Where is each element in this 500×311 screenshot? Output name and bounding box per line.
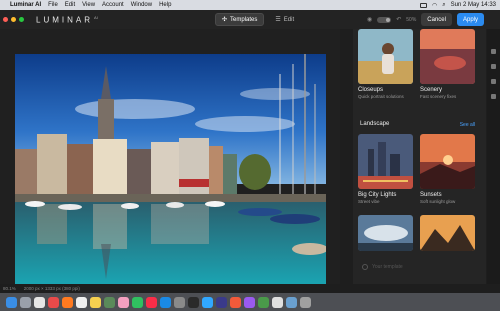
status-bar: 80.1% 2000 px × 1333 px (380 ppi) — [0, 284, 500, 292]
clock[interactable]: Sun 2 May 14:33 — [451, 2, 496, 8]
tab-templates[interactable]: ✣ Templates — [215, 13, 265, 26]
firefox-icon[interactable] — [62, 296, 73, 308]
acrobat-icon[interactable] — [272, 296, 283, 308]
status-zoom: 80.1% — [3, 285, 16, 291]
music-icon[interactable] — [146, 296, 157, 308]
luminar-dock-icon[interactable] — [230, 296, 241, 308]
launchpad-icon[interactable] — [20, 296, 31, 308]
template-icon — [362, 264, 368, 270]
sunsets-thumbnail — [420, 134, 475, 189]
eye-icon[interactable]: ◉ — [367, 16, 372, 23]
lightroom-icon[interactable] — [216, 296, 227, 308]
zoom-window-button[interactable] — [19, 17, 24, 22]
minimize-window-button[interactable] — [11, 17, 16, 22]
template-card-mountains[interactable] — [420, 215, 475, 251]
card-subtitle: Street vibe — [358, 199, 380, 204]
search-icon[interactable]: ⌕ — [442, 2, 445, 9]
messages-icon[interactable] — [132, 296, 143, 308]
photo-harbor[interactable] — [15, 54, 326, 287]
template-card-sunsets[interactable]: Sunsets Soft sunlight glow — [420, 134, 475, 204]
terminal-icon[interactable] — [188, 296, 199, 308]
menu-file[interactable]: File — [48, 2, 58, 8]
close-window-button[interactable] — [3, 17, 8, 22]
templates-panel: Closeups Quick portrait solutions Scener… — [353, 29, 486, 284]
toolbar-actions: ◉ ↶ 50% Cancel Apply — [367, 13, 484, 26]
app-store-icon[interactable] — [160, 296, 171, 308]
premiere-icon[interactable] — [244, 296, 255, 308]
history-icon[interactable] — [491, 79, 496, 84]
tab-edit[interactable]: ☰ Edit — [269, 13, 300, 26]
card-subtitle: Fast scenery fixes — [420, 94, 457, 99]
template-card-big-city-lights[interactable]: Big City Lights Street vibe — [358, 134, 413, 204]
card-subtitle: Quick portrait solutions — [358, 94, 404, 99]
layers-icon[interactable] — [491, 64, 496, 69]
scenery-thumbnail — [420, 29, 475, 84]
maps-icon[interactable] — [104, 296, 115, 308]
menu-view[interactable]: View — [82, 2, 95, 8]
photos-icon[interactable] — [118, 296, 129, 308]
undo-icon[interactable]: ↶ — [396, 16, 401, 23]
side-tool-strip — [487, 29, 500, 284]
card-title: Big City Lights — [358, 192, 397, 198]
trash-icon[interactable] — [300, 296, 311, 308]
info-icon[interactable] — [491, 49, 496, 54]
template-card-storm[interactable] — [358, 215, 413, 251]
section-title-landscape: Landscape — [360, 121, 390, 127]
folder-icon[interactable] — [286, 296, 297, 308]
storm-thumbnail — [358, 215, 413, 251]
image-canvas — [0, 29, 340, 287]
notes-icon[interactable] — [90, 296, 101, 308]
big-city-lights-thumbnail — [358, 134, 413, 189]
cancel-button[interactable]: Cancel — [421, 13, 452, 26]
template-card-closeups[interactable]: Closeups Quick portrait solutions — [358, 29, 413, 99]
card-subtitle: Soft sunlight glow — [420, 199, 456, 204]
finder-icon[interactable] — [6, 296, 17, 308]
mode-tabs: ✣ Templates ☰ Edit — [215, 13, 300, 26]
see-all-link[interactable]: See all — [460, 122, 475, 128]
app-logo: LUMINARAI — [36, 14, 98, 25]
templates-icon: ✣ — [222, 17, 228, 23]
export-icon[interactable] — [491, 94, 496, 99]
status-dimensions: 2000 px × 1333 px (380 ppi) — [23, 285, 80, 291]
menu-edit[interactable]: Edit — [65, 2, 75, 8]
safari-icon[interactable] — [34, 296, 45, 308]
menu-help[interactable]: Help — [159, 2, 171, 8]
menu-app-name[interactable]: Luminar AI — [10, 2, 41, 8]
zoom-level[interactable]: 50% — [406, 17, 416, 23]
wifi-icon[interactable]: ◠ — [432, 2, 437, 9]
macos-dock — [0, 293, 500, 311]
battery-icon[interactable] — [420, 2, 427, 8]
card-title: Closeups — [358, 87, 384, 93]
app-toolbar: LUMINARAI ✣ Templates ☰ Edit ◉ ↶ 50% Can… — [0, 10, 500, 29]
spotify-icon[interactable] — [258, 296, 269, 308]
menu-account[interactable]: Account — [102, 2, 124, 8]
your-template[interactable]: Your template — [362, 264, 403, 270]
compare-toggle[interactable] — [377, 16, 392, 23]
mountains-thumbnail — [420, 215, 475, 251]
menu-window[interactable]: Window — [131, 2, 152, 8]
chrome-icon[interactable] — [48, 296, 59, 308]
photoshop-icon[interactable] — [202, 296, 213, 308]
closeups-thumbnail — [358, 29, 413, 84]
settings-icon[interactable] — [174, 296, 185, 308]
window-controls — [3, 17, 24, 22]
menu-status-area: ◠ ⌕ Sun 2 May 14:33 — [420, 2, 496, 9]
calendar-icon[interactable] — [76, 296, 87, 308]
edit-icon: ☰ — [275, 17, 281, 23]
card-title: Sunsets — [420, 192, 442, 198]
card-title: Scenery — [420, 87, 443, 93]
menu-bar: Luminar AI File Edit View Account Window… — [0, 0, 500, 10]
apply-button[interactable]: Apply — [456, 13, 484, 26]
template-card-scenery[interactable]: Scenery Fast scenery fixes — [420, 29, 475, 99]
